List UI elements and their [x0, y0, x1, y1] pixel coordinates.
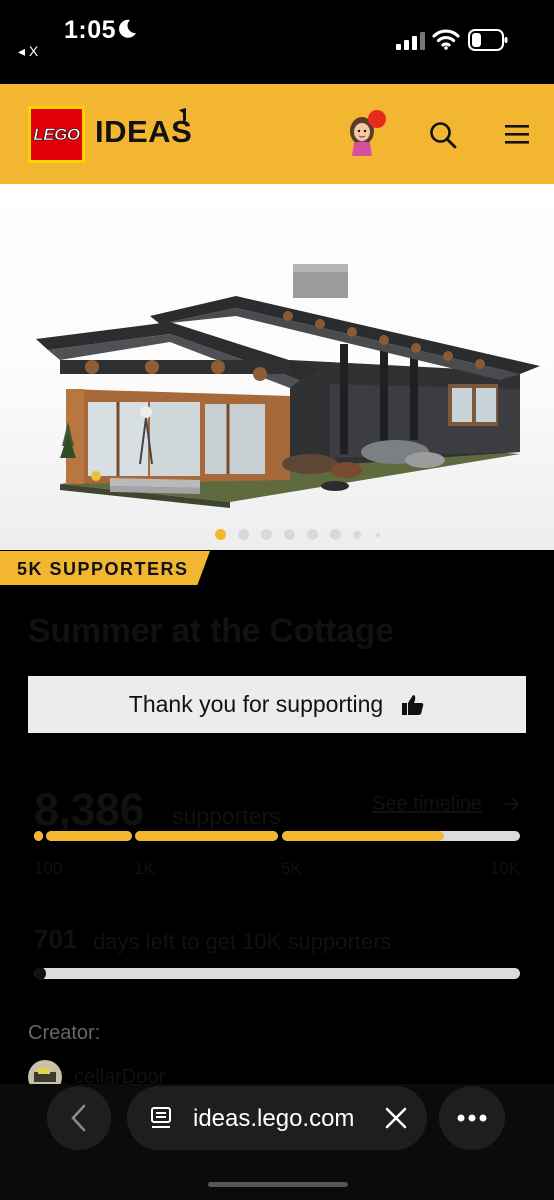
progress-segment-1k-5k [135, 831, 278, 841]
milestone-tick-1k: 1K [134, 859, 155, 878]
battery-icon [468, 29, 508, 51]
days-progress-marker [34, 967, 46, 980]
milestone-tick-5k: 5K [281, 859, 302, 878]
lego-logo-text: LEGO [33, 124, 80, 144]
days-left-count: 701 [34, 924, 78, 954]
moon-icon [119, 19, 136, 38]
arrow-right-icon[interactable] [501, 795, 521, 813]
search-icon[interactable] [428, 120, 458, 150]
carousel-dot[interactable] [215, 529, 226, 540]
badge-text: 5K SUPPORTERS [17, 559, 189, 579]
home-indicator [208, 1182, 348, 1187]
back-to-app-link[interactable]: ◂ X [18, 43, 38, 60]
url-text[interactable]: ideas.lego.com [193, 1105, 354, 1133]
hero-image-carousel[interactable] [0, 184, 554, 550]
thumbs-up-icon [402, 694, 424, 715]
signal-icon [396, 32, 425, 50]
supporters-label: supporters [172, 803, 281, 829]
carousel-dot[interactable] [376, 533, 380, 537]
carousel-dot[interactable] [238, 529, 249, 540]
supporters-milestone-badge: 5K SUPPORTERS [0, 551, 210, 585]
support-button-label: Thank you for supporting [128, 691, 384, 717]
carousel-dots [0, 526, 554, 542]
carousel-dot[interactable] [307, 529, 318, 540]
lego-logo[interactable]: LEGO [28, 106, 85, 163]
cottage-model-image [36, 264, 540, 508]
carousel-dot[interactable] [330, 529, 341, 540]
notification-dot [368, 110, 386, 128]
carousel-dot[interactable] [284, 529, 295, 540]
site-header: LEGO IDEAS [0, 84, 554, 184]
wifi-icon [432, 29, 460, 50]
browser-back-button[interactable] [47, 1086, 111, 1150]
back-arrow-icon [71, 1104, 86, 1132]
creator-label: Creator: [28, 1022, 101, 1044]
ideas-lightbulb-mark-icon [179, 108, 186, 124]
status-bar: 1:05 ◂ X [0, 0, 554, 84]
close-icon[interactable] [384, 1106, 408, 1130]
progress-segment-5k-10k [282, 831, 520, 841]
status-time: 1:05 [64, 16, 117, 44]
support-button[interactable]: Thank you for supporting [28, 676, 526, 733]
days-left-label: days left to get 10K supporters [93, 929, 392, 954]
carousel-dot[interactable] [261, 529, 272, 540]
supporters-count: 8,386 [34, 784, 145, 835]
more-options-button[interactable] [439, 1086, 505, 1150]
carousel-dot[interactable] [353, 531, 361, 539]
days-progress-track [34, 967, 520, 980]
milestone-tick-10k: 10K [490, 859, 521, 878]
progress-segment-100-1k [46, 831, 132, 841]
progress-segment-0-100 [34, 831, 43, 841]
see-timeline-link[interactable]: See timeline [372, 793, 482, 816]
more-icon [457, 1114, 487, 1122]
project-title: Summer at the Cottage [28, 612, 394, 650]
milestone-tick-100: 100 [34, 859, 63, 878]
menu-icon[interactable] [504, 122, 530, 146]
tabs-icon[interactable] [150, 1106, 172, 1130]
